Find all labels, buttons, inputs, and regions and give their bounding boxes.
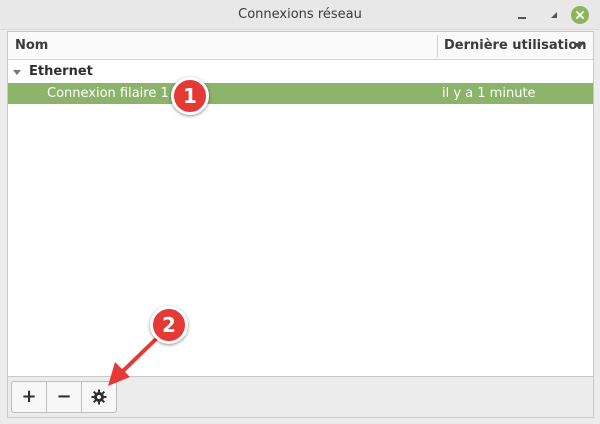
- expander-arrow-icon[interactable]: [13, 70, 21, 75]
- column-header-last-used[interactable]: Dernière utilisation: [444, 32, 587, 60]
- close-button[interactable]: [571, 6, 589, 24]
- annotation-badge-2: 2: [150, 306, 188, 344]
- gear-icon: [91, 389, 107, 405]
- edit-connection-button[interactable]: [81, 381, 117, 413]
- group-label: Ethernet: [29, 64, 93, 79]
- add-icon: +: [21, 386, 37, 407]
- maximize-button[interactable]: [545, 6, 563, 24]
- column-separator[interactable]: [437, 35, 438, 57]
- remove-connection-button[interactable]: −: [46, 381, 82, 413]
- connection-row[interactable]: Connexion filaire 1 il y a 1 minute: [8, 83, 593, 104]
- maximize-icon: [551, 12, 557, 18]
- column-header-row: Nom Dernière utilisation: [8, 32, 593, 60]
- connection-name: Connexion filaire 1: [47, 86, 169, 101]
- sort-descending-icon[interactable]: [574, 43, 584, 49]
- minimize-icon: [518, 17, 526, 19]
- close-icon: [576, 11, 584, 19]
- connection-last-used: il y a 1 minute: [442, 86, 536, 101]
- group-row-ethernet[interactable]: Ethernet: [8, 62, 593, 82]
- connections-list: Nom Dernière utilisation Ethernet Connex…: [7, 31, 594, 377]
- annotation-badge-1: 1: [171, 77, 209, 115]
- column-header-name[interactable]: Nom: [15, 32, 48, 60]
- window-title: Connexions réseau: [238, 7, 362, 22]
- minimize-button[interactable]: [513, 6, 531, 24]
- remove-icon: −: [56, 386, 72, 407]
- window-titlebar: Connexions réseau: [0, 0, 600, 30]
- add-connection-button[interactable]: +: [11, 381, 47, 413]
- bottom-toolbar: + −: [7, 377, 594, 418]
